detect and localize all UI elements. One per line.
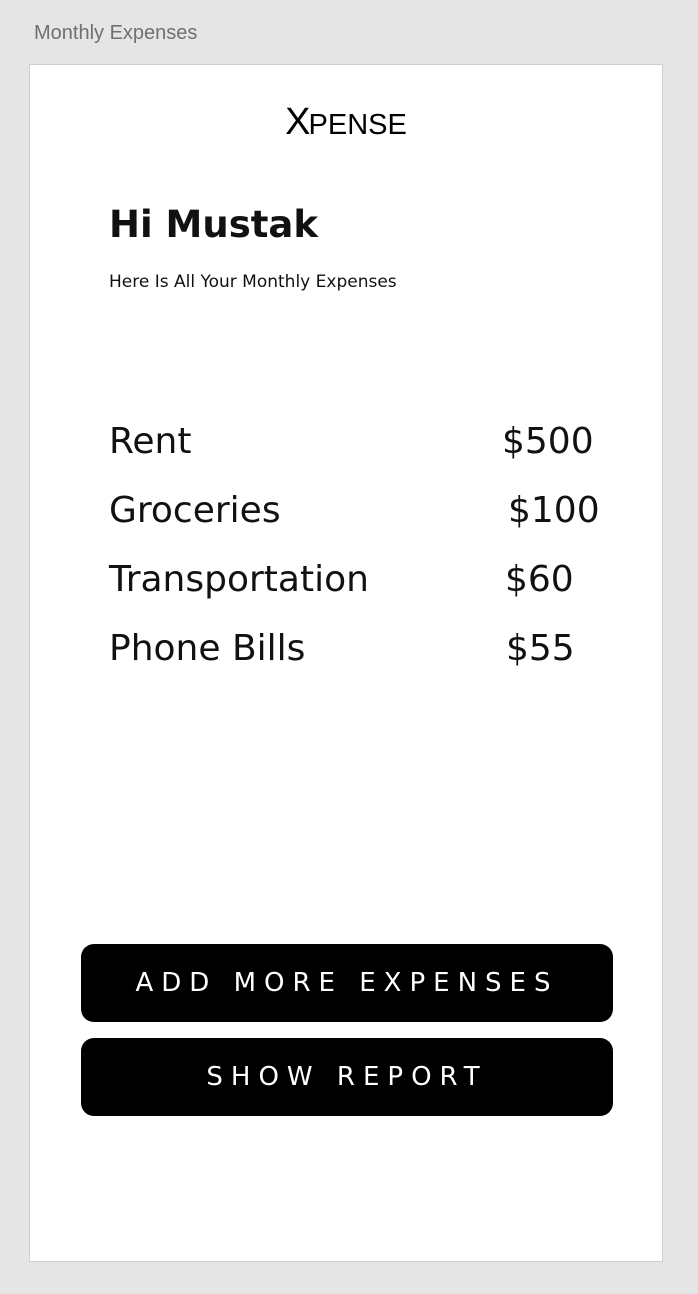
- expense-row-phone-bills: Phone Bills $55: [109, 628, 609, 697]
- expense-name: Groceries: [109, 490, 281, 531]
- app-screen: XPENSE Hi Mustak Here Is All Your Monthl…: [29, 64, 663, 1262]
- app-logo: XPENSE: [30, 101, 662, 144]
- expense-name: Transportation: [109, 559, 369, 600]
- expense-name: Rent: [109, 421, 192, 462]
- expense-amount: $60: [505, 559, 574, 600]
- expense-amount: $500: [502, 421, 594, 462]
- expense-row-groceries: Groceries $100: [109, 490, 609, 559]
- expense-list: Rent $500 Groceries $100 Transportation …: [109, 421, 609, 697]
- greeting-title: Hi Mustak: [109, 203, 318, 246]
- add-more-expenses-button[interactable]: ADD MORE EXPENSES: [81, 944, 613, 1022]
- expense-row-rent: Rent $500: [109, 421, 609, 490]
- frame-label: Monthly Expenses: [34, 22, 198, 44]
- greeting-subtitle: Here Is All Your Monthly Expenses: [109, 272, 397, 292]
- expense-name: Phone Bills: [109, 628, 306, 669]
- logo-wordmark: PENSE: [308, 109, 407, 141]
- expense-amount: $100: [508, 490, 600, 531]
- show-report-button[interactable]: SHOW REPORT: [81, 1038, 613, 1116]
- expense-amount: $55: [506, 628, 575, 669]
- logo-x-letter: X: [285, 101, 310, 143]
- expense-row-transportation: Transportation $60: [109, 559, 609, 628]
